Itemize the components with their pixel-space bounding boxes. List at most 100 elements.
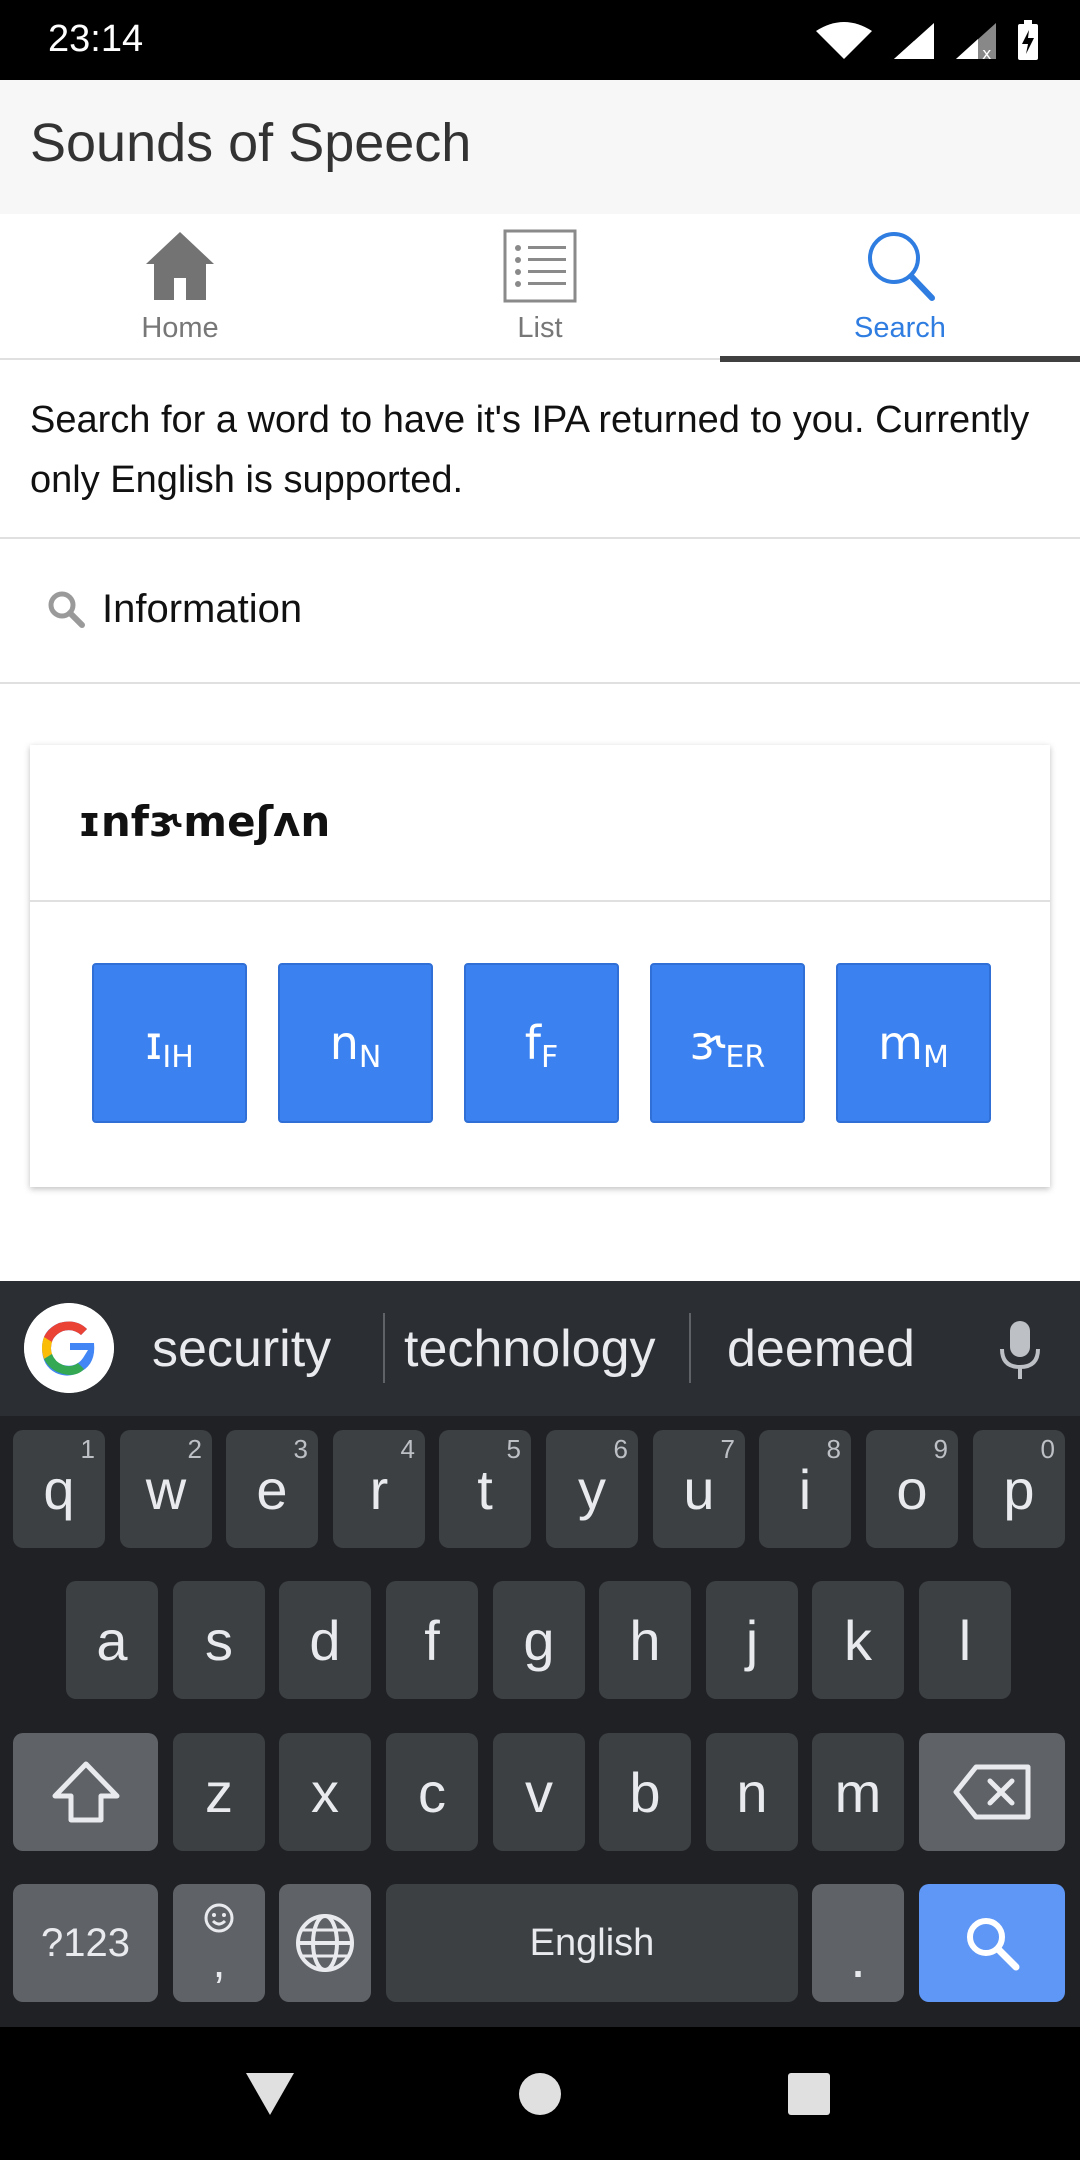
key-a[interactable]: a [66,1581,158,1699]
key-w[interactable]: w2 [120,1430,212,1548]
key-label: p [1003,1457,1035,1521]
key-b[interactable]: b [599,1733,691,1851]
key-hint: 9 [933,1434,948,1464]
key-v[interactable]: v [493,1733,585,1851]
key-label: o [896,1457,928,1521]
search-icon [868,232,935,301]
wifi-icon [816,22,872,59]
tab-list[interactable]: List [360,214,720,360]
back-icon[interactable] [242,2069,298,2119]
shift-icon [52,1761,119,1823]
period-key[interactable]: . [812,1884,904,2002]
key-n[interactable]: n [706,1733,798,1851]
phoneme-symbol: m [878,1016,923,1070]
key-u[interactable]: u7 [653,1430,745,1548]
status-time: 23:14 [48,18,144,60]
tab-search[interactable]: Search [720,214,1080,362]
suggestion-3[interactable]: deemed [727,1319,915,1379]
globe-icon [296,1914,354,1972]
key-c[interactable]: c [386,1733,478,1851]
key-j[interactable]: j [706,1581,798,1699]
suggestion-separator [689,1313,691,1383]
key-e[interactable]: e3 [226,1430,318,1548]
key-l[interactable]: l [919,1581,1011,1699]
key-label: s [205,1608,233,1672]
app-bar: Sounds of Speech [0,80,1080,214]
key-label: j [745,1608,759,1672]
ipa-transcription: ɪnfɝmeʃʌn [78,797,331,846]
key-label: u [683,1457,715,1521]
key-label: y [578,1457,606,1521]
shift-key[interactable] [13,1733,158,1851]
key-hint: 1 [80,1434,95,1464]
microphone-icon[interactable] [998,1319,1042,1381]
key-o[interactable]: o9 [866,1430,958,1548]
key-label: f [424,1608,440,1672]
search-icon [967,1918,1020,1971]
tab-home[interactable]: Home [0,214,360,360]
key-h[interactable]: h [599,1581,691,1699]
key-label: x [311,1760,339,1824]
svg-text:x: x [982,44,991,61]
phoneme-symbol: n [329,1016,359,1070]
key-label: t [477,1457,493,1521]
suggestion-strip: security technology deemed [0,1281,1080,1416]
key-k[interactable]: k [812,1581,904,1699]
key-t[interactable]: t5 [439,1430,531,1548]
phoneme-symbol: ɪ [145,1016,163,1070]
space-key[interactable]: English [386,1884,798,2002]
phoneme-button-er[interactable]: ɝ ER [650,963,805,1123]
key-hint: 8 [826,1434,841,1464]
key-z[interactable]: z [173,1733,265,1851]
status-bar: 23:14 x [0,0,1080,80]
search-action-key[interactable] [919,1884,1065,2002]
key-label: m [834,1760,882,1824]
key-s[interactable]: s [173,1581,265,1699]
key-x[interactable]: x [279,1733,371,1851]
phoneme-button-f[interactable]: fF [464,963,619,1123]
emoji-icon [204,1903,234,1933]
key-y[interactable]: y6 [546,1430,638,1548]
symbols-key[interactable]: ?123 [13,1884,158,2002]
key-label: h [629,1608,661,1672]
key-label: z [205,1760,233,1824]
key-g[interactable]: g [493,1581,585,1699]
search-icon [48,591,85,628]
key-hint: 6 [613,1434,628,1464]
screen: 23:14 x Sounds of Speech Home List Searc… [0,0,1080,2160]
key-q[interactable]: q1 [13,1430,105,1548]
suggestion-1[interactable]: security [152,1319,331,1379]
search-bar [0,539,1080,684]
phoneme-code: F [540,1039,559,1075]
key-f[interactable]: f [386,1581,478,1699]
home-button-icon[interactable] [517,2071,563,2117]
backspace-key[interactable] [919,1733,1065,1851]
result-card: ɪnfɝmeʃʌn ɪ IH nN fF ɝ ER mM [30,745,1050,1187]
google-logo-icon[interactable] [24,1303,114,1393]
key-r[interactable]: r4 [333,1430,425,1548]
phoneme-button-ih[interactable]: ɪ IH [92,963,247,1123]
key-label: e [256,1457,288,1521]
phoneme-button-n[interactable]: nN [278,963,433,1123]
key-hint: 3 [293,1434,308,1464]
key-label: b [629,1760,661,1824]
phoneme-button-m[interactable]: mM [836,963,991,1123]
language-key[interactable] [279,1884,371,2002]
key-label: c [418,1760,446,1824]
suggestion-2[interactable]: technology [404,1319,656,1379]
key-hint: 7 [720,1434,735,1464]
list-icon [503,229,577,303]
phoneme-symbol: ɝ [689,1016,726,1070]
key-i[interactable]: i8 [759,1430,851,1548]
app-title: Sounds of Speech [30,113,472,173]
recents-icon[interactable] [786,2071,832,2117]
phoneme-code: M [922,1039,949,1075]
key-label: k [844,1608,872,1672]
key-label: n [736,1760,768,1824]
search-input[interactable] [102,579,1002,639]
key-label: l [958,1608,972,1672]
key-m[interactable]: m [812,1733,904,1851]
key-d[interactable]: d [279,1581,371,1699]
key-p[interactable]: p0 [973,1430,1065,1548]
comma-key[interactable]: , [173,1884,265,2002]
